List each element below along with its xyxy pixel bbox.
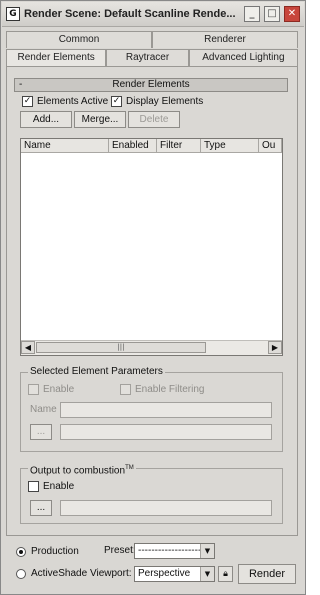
tab-row-1: Common Renderer — [6, 31, 298, 48]
render-elements-list[interactable]: Name Enabled Filter Type Ou ◀ ||| ▶ — [20, 138, 283, 356]
rollout-header-render-elements[interactable]: - Render Elements — [14, 78, 288, 92]
minimize-button[interactable]: _ — [244, 6, 260, 22]
tab-row-2: Render Elements Raytracer Advanced Light… — [6, 49, 298, 66]
maximize-icon: □ — [267, 8, 277, 19]
scroll-thumb[interactable]: ||| — [36, 342, 206, 353]
column-filter[interactable]: Filter — [157, 139, 201, 153]
element-path-field[interactable] — [60, 424, 272, 440]
viewport-dropdown[interactable]: Perspective ▼ — [134, 566, 215, 582]
radio-icon — [16, 569, 26, 579]
radio-selected-icon — [16, 547, 26, 557]
combustion-enable-checkbox[interactable]: Enable — [28, 481, 74, 492]
activeshade-label: ActiveShade — [31, 568, 88, 579]
selected-element-parameters-title: Selected Element Parameters — [28, 366, 165, 378]
enable-label: Enable — [43, 384, 75, 395]
tab-common[interactable]: Common — [6, 31, 152, 48]
production-radio[interactable]: Production — [16, 546, 79, 558]
output-to-combustion-title: Output to combustionTM — [28, 462, 136, 478]
combustion-path-field[interactable] — [60, 500, 272, 516]
combustion-enable-label: Enable — [43, 481, 75, 492]
tab-render-elements[interactable]: Render Elements — [6, 49, 107, 66]
column-enabled[interactable]: Enabled — [109, 139, 157, 153]
enable-checkbox[interactable]: Enable — [28, 384, 74, 395]
tab-renderer[interactable]: Renderer — [152, 31, 298, 48]
activeshade-radio[interactable]: ActiveShade — [16, 568, 87, 580]
column-output[interactable]: Ou — [259, 139, 282, 153]
lock-icon: 🔒︎ — [223, 569, 228, 579]
column-name[interactable]: Name — [21, 139, 109, 153]
maximize-button[interactable]: □ — [264, 6, 280, 22]
display-elements-checkbox[interactable]: ✓ Display Elements — [111, 96, 203, 107]
list-header: Name Enabled Filter Type Ou — [21, 139, 282, 153]
checkmark-icon: ✓ — [111, 96, 122, 107]
add-button[interactable]: Add... — [20, 111, 72, 128]
lock-viewport-button[interactable]: 🔒︎ — [218, 566, 233, 582]
render-button[interactable]: Render — [238, 564, 296, 584]
max-logo-icon: G — [6, 7, 20, 21]
display-elements-label: Display Elements — [126, 96, 204, 107]
minimize-icon: _ — [249, 8, 255, 19]
elements-active-checkbox[interactable]: ✓ Elements Active — [22, 96, 108, 107]
rollout-title: Render Elements — [112, 79, 190, 90]
chevron-down-icon: ▼ — [200, 544, 214, 558]
elements-active-label: Elements Active — [37, 96, 109, 107]
scroll-left-icon[interactable]: ◀ — [21, 341, 35, 354]
delete-button[interactable]: Delete — [128, 111, 180, 128]
scroll-right-icon[interactable]: ▶ — [268, 341, 282, 354]
merge-button[interactable]: Merge... — [74, 111, 126, 128]
close-button[interactable]: ✕ — [284, 6, 300, 22]
browse-path-button[interactable]: ... — [30, 424, 52, 440]
column-type[interactable]: Type — [201, 139, 259, 153]
combustion-browse-button[interactable]: ... — [30, 500, 52, 516]
preset-dropdown[interactable]: ------------------- ▼ — [134, 543, 215, 559]
tab-advanced-lighting[interactable]: Advanced Lighting — [188, 49, 298, 66]
window-title: Render Scene: Default Scanline Rende... — [24, 8, 236, 20]
horizontal-scrollbar[interactable]: ◀ ||| ▶ — [21, 340, 282, 355]
name-label: Name — [30, 404, 57, 415]
preset-label: Preset: — [104, 545, 136, 556]
preset-value: ------------------- — [138, 545, 202, 556]
viewport-value: Perspective — [138, 568, 191, 579]
chevron-down-icon: ▼ — [200, 567, 214, 581]
checkmark-icon: ✓ — [22, 96, 33, 107]
viewport-label: Viewport: — [90, 568, 132, 579]
tab-raytracer[interactable]: Raytracer — [106, 49, 189, 66]
name-field[interactable] — [60, 402, 272, 418]
production-label: Production — [31, 546, 79, 557]
enable-filtering-label: Enable Filtering — [135, 384, 205, 395]
close-icon: ✕ — [287, 8, 297, 19]
title-bar[interactable]: G Render Scene: Default Scanline Rende..… — [2, 2, 304, 27]
enable-filtering-checkbox[interactable]: Enable Filtering — [120, 384, 204, 395]
